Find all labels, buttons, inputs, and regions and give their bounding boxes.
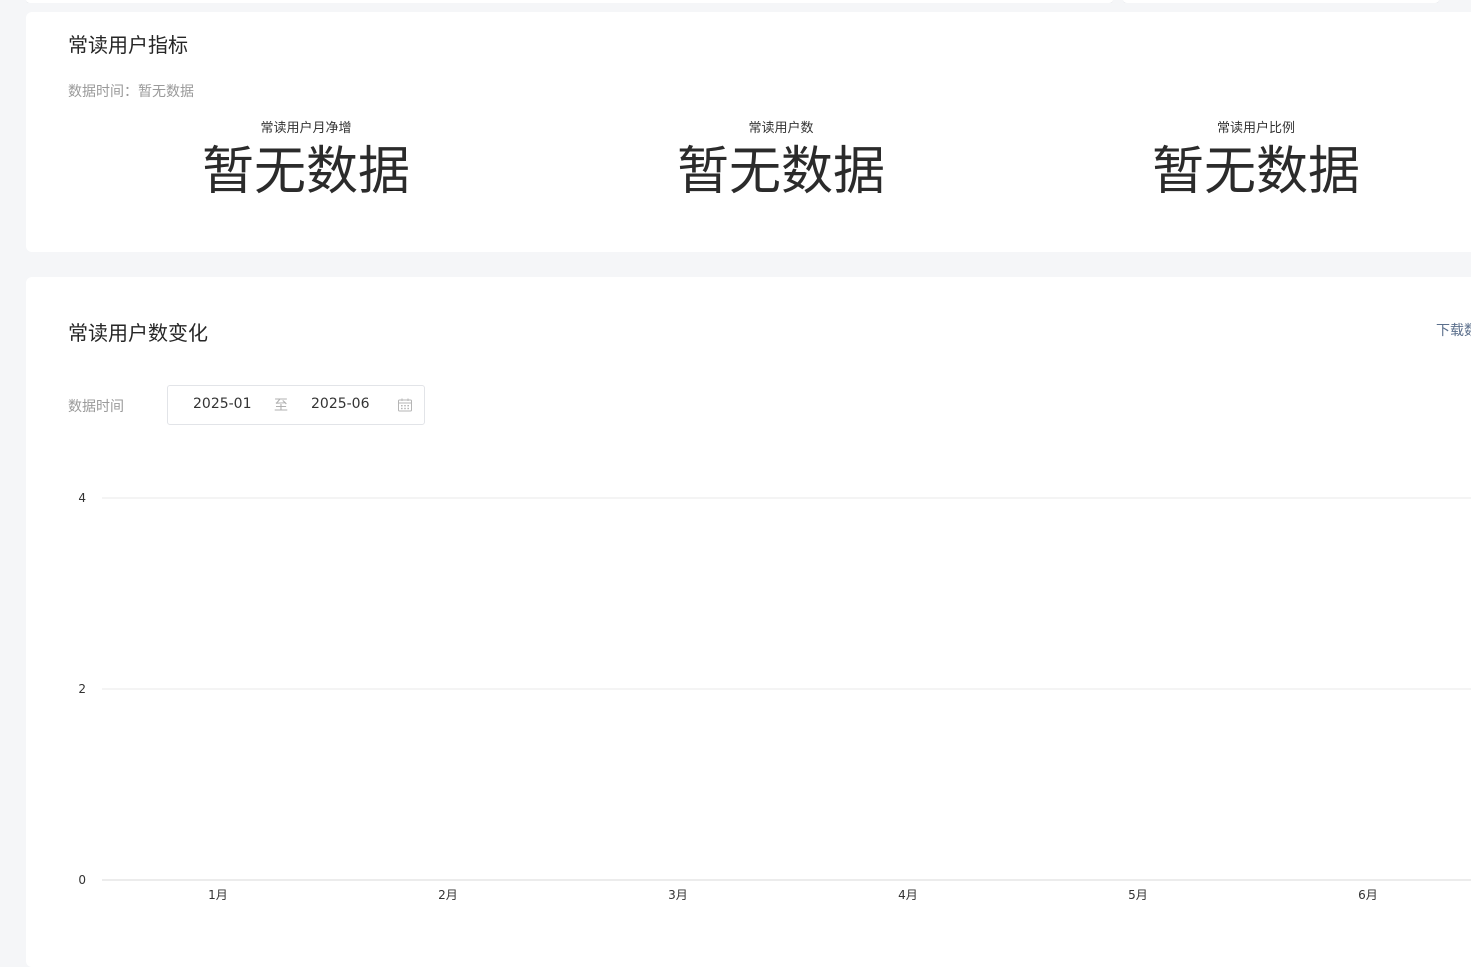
metric-value: 暂无数据 [676,142,885,202]
trend-line-chart: 0 2 4 1月 2月 3月 4月 5月 6月 [78,491,1471,902]
y-tick-label: 2 [78,682,86,696]
trend-chart-card: 常读用户数变化 下载数 数据时间 2025-01 至 2025-06 0241月… [26,277,1471,967]
top-card-edge-left [26,0,1113,3]
top-card-edge-right [1123,0,1439,3]
x-tick-label: 5月 [1128,888,1148,902]
indicators-data-time: 数据时间：暂无数据 [68,84,194,100]
indicators-card: 常读用户指标 数据时间：暂无数据 常读用户月净增 暂无数据 常读用户数 暂无数据… [26,12,1471,252]
x-tick-label: 3月 [668,888,688,902]
indicators-title: 常读用户指标 [68,33,188,57]
x-tick-label: 4月 [898,888,918,902]
metric-regular-reader-ratio: 常读用户比例 暂无数据 [1076,120,1436,204]
x-tick-label: 1月 [208,888,228,902]
x-tick-label: 6月 [1358,888,1378,902]
metric-value: 暂无数据 [201,142,410,202]
metric-value: 暂无数据 [1151,142,1360,202]
metric-regular-readers: 常读用户数 暂无数据 [601,120,961,204]
y-tick-label: 0 [78,873,86,887]
top-card-edge [26,0,1471,3]
metric-monthly-net-increase: 常读用户月净增 暂无数据 [126,120,486,204]
metric-label: 常读用户比例 [1216,121,1295,136]
metric-label: 常读用户月净增 [260,121,352,136]
y-tick-label: 4 [78,491,86,505]
metric-label: 常读用户数 [748,121,814,136]
page: { "indicators_card": { "title": "常读用户指标"… [0,0,1471,967]
x-tick-label: 2月 [438,888,458,902]
